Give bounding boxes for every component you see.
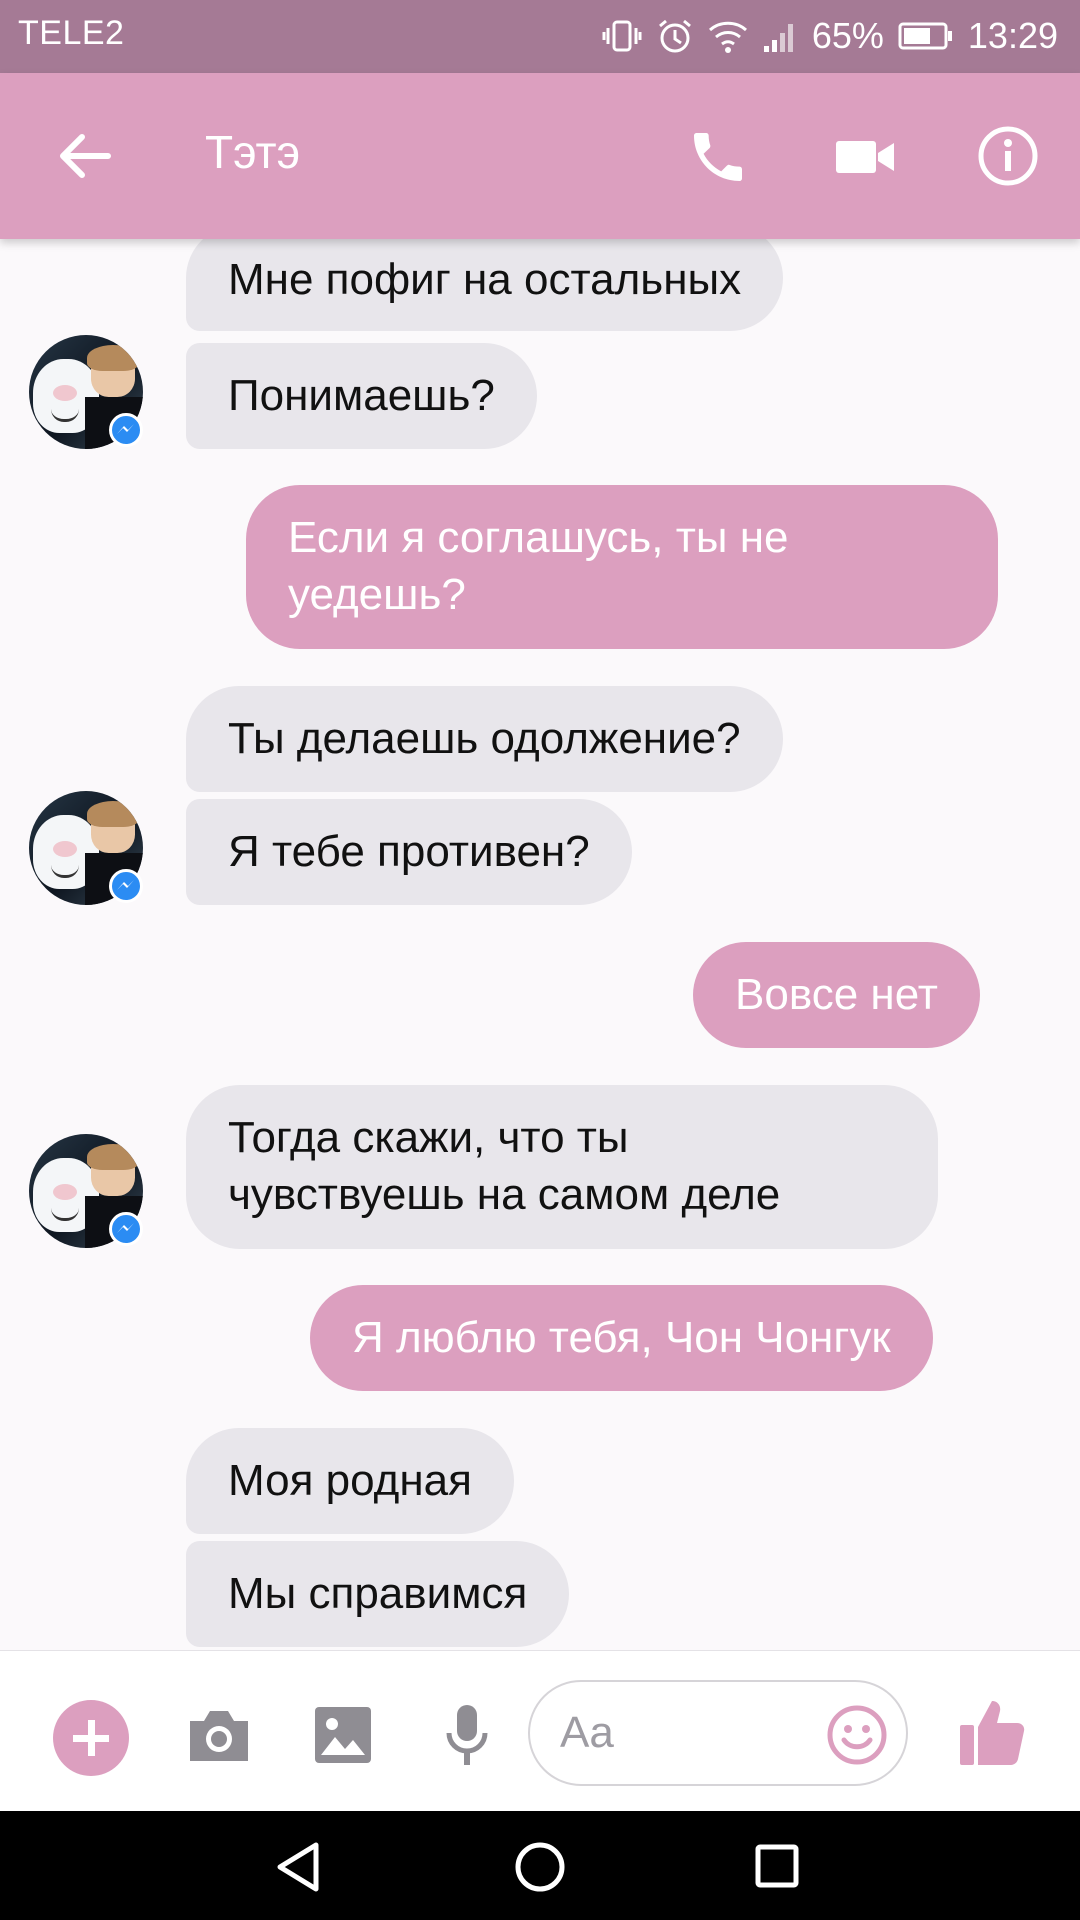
camera-icon[interactable]: [186, 1705, 252, 1770]
conversation-header: Тэтэ: [0, 73, 1080, 239]
message-bubble-outgoing[interactable]: Я люблю тебя, Чон Чонгук: [310, 1285, 933, 1391]
message-input[interactable]: Aa: [528, 1680, 908, 1786]
message-text: Вовсе нет: [735, 970, 938, 1019]
battery-icon: [898, 21, 954, 51]
messenger-badge-icon: [109, 1212, 143, 1246]
message-bubble-incoming[interactable]: Мы справимся: [186, 1541, 570, 1647]
message-bubble-outgoing[interactable]: Вовсе нет: [693, 942, 980, 1048]
messenger-badge-icon: [109, 413, 143, 447]
status-bar: TELE2 65% 13:29: [0, 0, 1080, 73]
wifi-icon: [708, 18, 748, 54]
message-text: Мне пофиг на остальных: [228, 255, 742, 304]
carrier-name: TELE2: [18, 14, 125, 52]
nav-recent-apps-icon[interactable]: [754, 1843, 800, 1894]
alarm-icon: [656, 17, 694, 55]
plus-icon[interactable]: [53, 1700, 129, 1776]
message-input-placeholder: Aa: [560, 1708, 614, 1757]
microphone-icon[interactable]: [443, 1703, 491, 1772]
message-text: Я тебе противен?: [228, 827, 590, 876]
phone-icon[interactable]: [686, 125, 750, 189]
message-bubble-incoming[interactable]: Ты делаешь одолжение?: [186, 686, 783, 792]
message-text-line: Тогда скажи, что ты: [228, 1113, 629, 1162]
messenger-badge-icon: [109, 869, 143, 903]
message-bubble-incoming[interactable]: Моя родная: [186, 1428, 514, 1534]
contact-avatar[interactable]: [29, 791, 143, 905]
back-arrow-icon[interactable]: [52, 123, 118, 189]
info-icon[interactable]: [975, 123, 1041, 189]
message-text-line: Если я соглашусь, ты не: [288, 513, 789, 562]
video-camera-icon[interactable]: [832, 125, 900, 189]
nav-home-icon[interactable]: [514, 1841, 566, 1898]
status-icons: 65% 13:29: [602, 10, 1058, 62]
message-text-line: чувствуешь на самом деле: [228, 1170, 781, 1219]
message-list[interactable]: Мне пофиг на остальных Понимаешь? Если я…: [0, 239, 1080, 1650]
contact-avatar[interactable]: [29, 335, 143, 449]
contact-avatar[interactable]: [29, 1134, 143, 1248]
message-text: Ты делаешь одолжение?: [228, 714, 741, 763]
contact-name[interactable]: Тэтэ: [205, 125, 300, 179]
clock-time: 13:29: [967, 15, 1058, 56]
system-navigation-bar: [0, 1811, 1080, 1920]
message-bubble-incoming[interactable]: Понимаешь?: [186, 343, 537, 449]
emoji-icon[interactable]: [826, 1704, 888, 1771]
message-text: Понимаешь?: [228, 371, 495, 420]
vibrate-icon: [602, 16, 642, 56]
message-composer: Aa: [0, 1650, 1080, 1811]
gallery-icon[interactable]: [313, 1705, 373, 1770]
signal-icon: [762, 18, 798, 54]
message-bubble-incoming[interactable]: Тогда скажи, что ты чувствуешь на самом …: [186, 1085, 938, 1249]
message-bubble-outgoing[interactable]: Если я соглашусь, ты не уедешь?: [246, 485, 998, 649]
message-text-line: уедешь?: [288, 570, 466, 619]
nav-back-icon[interactable]: [274, 1841, 322, 1898]
message-bubble-incoming[interactable]: Мне пофиг на остальных: [186, 239, 784, 331]
battery-percent: 65%: [811, 15, 884, 56]
message-bubble-incoming[interactable]: Я тебе противен?: [186, 799, 632, 905]
thumbs-up-icon[interactable]: [958, 1695, 1028, 1772]
messenger-screen: TELE2 65% 13:29 Тэтэ Мне пофиг на осталь…: [0, 0, 1080, 1920]
message-text: Я люблю тебя, Чон Чонгук: [352, 1313, 891, 1362]
message-text: Моя родная: [228, 1456, 472, 1505]
message-text: Мы справимся: [228, 1569, 528, 1618]
